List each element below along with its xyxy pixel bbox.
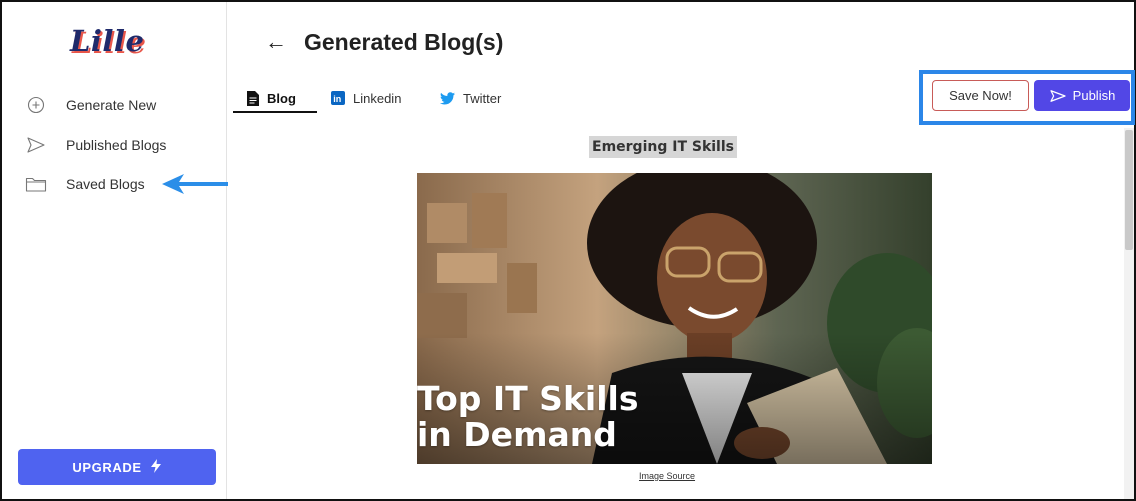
pointer-arrow-icon: [162, 172, 230, 201]
sidebar: Lille Generate New Published Blogs Saved…: [2, 2, 230, 499]
send-icon: [1049, 89, 1067, 103]
publish-label: Publish: [1072, 88, 1116, 103]
image-source-link[interactable]: Image Source: [639, 471, 695, 481]
page-title: Generated Blog(s): [304, 29, 504, 55]
blog-heading: Emerging IT Skills: [589, 136, 737, 158]
tab-label: Twitter: [463, 90, 502, 106]
twitter-icon: [440, 91, 455, 105]
tab-label: Linkedin: [353, 90, 402, 106]
scrollbar-thumb[interactable]: [1125, 130, 1133, 250]
sidebar-item-label: Published Blogs: [66, 137, 167, 153]
sidebar-item-generate-new[interactable]: Generate New: [24, 93, 156, 117]
sidebar-item-published-blogs[interactable]: Published Blogs: [24, 133, 166, 157]
document-icon: [247, 90, 259, 106]
folder-icon: [24, 172, 48, 196]
send-icon: [24, 133, 48, 157]
hero-overlay-text: Top IT Skills in Demand: [417, 381, 638, 453]
linkedin-icon: in: [331, 91, 345, 105]
sidebar-item-label: Generate New: [66, 97, 157, 113]
publish-button[interactable]: Publish: [1034, 80, 1130, 111]
hero-line-2: in Demand: [417, 415, 617, 454]
sidebar-item-saved-blogs[interactable]: Saved Blogs: [24, 172, 145, 196]
svg-text:in: in: [333, 94, 341, 104]
tab-linkedin[interactable]: in Linkedin: [331, 84, 401, 112]
lightning-icon: [150, 458, 162, 476]
upgrade-label: UPGRADE: [72, 459, 142, 475]
blog-hero-image: Top IT Skills in Demand: [417, 173, 932, 464]
tab-twitter[interactable]: Twitter: [440, 84, 501, 112]
active-tab-indicator: [233, 111, 317, 113]
sidebar-item-label: Saved Blogs: [66, 176, 145, 192]
hero-line-1: Top IT Skills: [417, 379, 639, 418]
plus-circle-icon: [24, 93, 48, 117]
tab-blog[interactable]: Blog: [247, 84, 296, 112]
tab-label: Blog: [267, 90, 296, 106]
save-now-button[interactable]: Save Now!: [932, 80, 1029, 111]
back-arrow-icon[interactable]: ←: [265, 28, 287, 56]
upgrade-button[interactable]: UPGRADE: [18, 449, 216, 485]
app-logo[interactable]: Lille: [70, 24, 144, 58]
